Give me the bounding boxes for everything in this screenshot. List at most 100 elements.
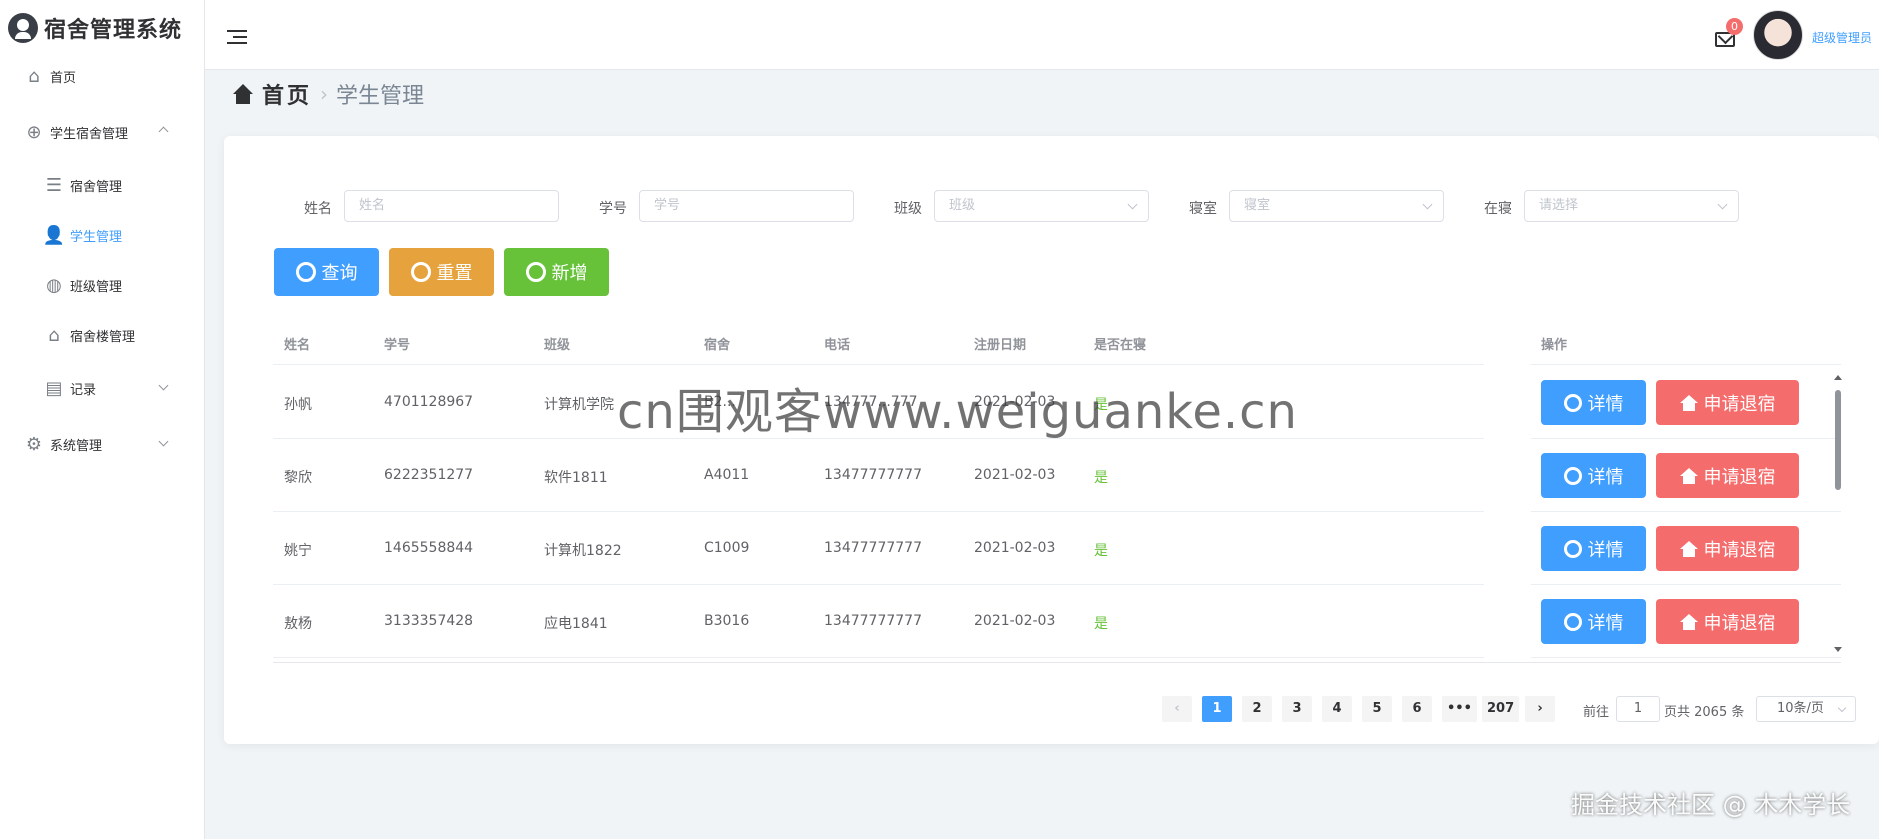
detail-button[interactable]: 详情 <box>1541 453 1646 498</box>
table-divider <box>273 657 1484 658</box>
search-icon <box>1563 612 1582 631</box>
chevron-up-icon <box>158 126 169 137</box>
sidebar-item-student-dorm[interactable]: ⊕ 学生宿舍管理 <box>24 121 189 143</box>
building-icon: ⌂ <box>48 324 60 346</box>
cell-id: 1465558844 <box>384 540 474 556</box>
cell-name: 黎欣 <box>284 470 312 486</box>
sidebar-item-label: 首页 <box>50 70 77 86</box>
in-dorm-select-placeholder: 请选择 <box>1539 198 1579 213</box>
query-button[interactable]: 查询 <box>274 248 379 296</box>
cell-phone: 13477777777 <box>824 613 922 629</box>
column-header-date: 注册日期 <box>974 338 1027 353</box>
table-divider <box>1531 438 1841 439</box>
sidebar-item-home[interactable]: ⌂ 首页 <box>24 65 77 87</box>
house-icon <box>1679 394 1698 411</box>
apply-leave-button[interactable]: 申请退宿 <box>1656 380 1799 425</box>
sidebar-item-class[interactable]: ◍ 班级管理 <box>44 275 123 296</box>
table-divider <box>1531 511 1841 512</box>
filter-label-room: 寝室 <box>1189 201 1217 217</box>
cell-name: 敖杨 <box>284 616 312 632</box>
column-header-class: 班级 <box>544 338 571 353</box>
table-divider <box>1531 584 1841 585</box>
avatar[interactable] <box>1753 10 1803 60</box>
pagination-page[interactable]: 4 <box>1322 696 1352 722</box>
sidebar-item-dorm[interactable]: ☰ 宿舍管理 <box>44 174 123 196</box>
search-icon <box>1563 393 1582 412</box>
name-input[interactable]: 姓名 <box>344 190 559 222</box>
chevron-down-icon <box>158 380 169 391</box>
student-id-input[interactable]: 学号 <box>639 190 854 222</box>
cell-id: 4701128967 <box>384 394 474 410</box>
cell-name: 孙帆 <box>284 397 312 413</box>
cell-date: 2021-02-03 <box>974 467 1056 483</box>
scroll-up-arrow-icon[interactable] <box>1834 375 1842 380</box>
pagination-goto-input[interactable]: 1 <box>1616 696 1660 722</box>
search-icon <box>1563 539 1582 558</box>
apply-leave-button-label: 申请退宿 <box>1703 466 1776 488</box>
in-dorm-select[interactable]: 请选择 <box>1524 190 1739 222</box>
page-size-select[interactable]: 10条/页 <box>1756 696 1856 722</box>
pagination-next-button[interactable]: › <box>1525 696 1555 722</box>
breadcrumb-home[interactable]: 首页 <box>262 78 312 110</box>
cell-in-dorm: 是 <box>1094 616 1108 632</box>
pagination-page[interactable]: 2 <box>1242 696 1272 722</box>
pagination-page[interactable]: 5 <box>1362 696 1392 722</box>
class-select[interactable]: 班级 <box>934 190 1149 222</box>
cell-dorm: A4011 <box>704 467 750 483</box>
footer-watermark: 掘金技术社区 @ 木木学长 <box>1571 791 1851 819</box>
gear-icon: ⚙ <box>25 433 43 455</box>
house-icon <box>1679 467 1698 484</box>
admin-name[interactable]: 超级管理员 <box>1812 29 1872 46</box>
sidebar: 宿舍管理系统 ⌂ 首页 ⊕ 学生宿舍管理 ☰ 宿舍管理 👤 学生管理 ◍ 班级管… <box>0 0 205 839</box>
detail-button-label: 详情 <box>1587 466 1624 488</box>
cell-id: 6222351277 <box>384 467 474 483</box>
table-scrollbar-thumb[interactable] <box>1835 390 1841 490</box>
detail-button[interactable]: 详情 <box>1541 380 1646 425</box>
cell-dorm: C1009 <box>704 540 750 556</box>
sidebar-item-label: 学生管理 <box>70 229 123 245</box>
reset-button[interactable]: 重置 <box>389 248 494 296</box>
breadcrumb: 首页 › 学生管理 <box>232 78 424 110</box>
pagination-page[interactable]: 207 <box>1482 696 1520 722</box>
home-icon: ⌂ <box>28 65 40 87</box>
logo-icon <box>8 13 38 43</box>
column-header-dorm: 宿舍 <box>704 338 731 353</box>
sidebar-item-records[interactable]: ▤ 记录 <box>44 378 189 399</box>
table-divider <box>1531 364 1841 365</box>
scroll-down-arrow-icon[interactable] <box>1834 647 1842 652</box>
filter-label-class: 班级 <box>894 201 922 217</box>
pagination-page[interactable]: 6 <box>1402 696 1432 722</box>
detail-button[interactable]: 详情 <box>1541 526 1646 571</box>
sidebar-item-student[interactable]: 👤 学生管理 <box>43 225 123 246</box>
sidebar-item-label: 班级管理 <box>70 279 123 295</box>
sidebar-item-label: 宿舍管理 <box>70 179 123 195</box>
reset-button-label: 重置 <box>436 263 473 284</box>
menu-toggle-icon[interactable] <box>227 30 247 46</box>
apply-leave-button-label: 申请退宿 <box>1703 539 1776 561</box>
room-select[interactable]: 寝室 <box>1229 190 1444 222</box>
sidebar-item-building[interactable]: ⌂ 宿舍楼管理 <box>44 324 135 346</box>
apply-leave-button-label: 申请退宿 <box>1703 393 1776 415</box>
house-icon <box>1679 613 1698 630</box>
cell-date: 2021-02-03 <box>974 540 1056 556</box>
cell-phone: 13477777777 <box>824 540 922 556</box>
pagination-prev-button[interactable]: ‹ <box>1162 696 1192 722</box>
detail-button[interactable]: 详情 <box>1541 599 1646 644</box>
apply-leave-button[interactable]: 申请退宿 <box>1656 599 1799 644</box>
brand-name: 宿舍管理系统 <box>44 18 183 43</box>
home-icon <box>232 84 254 104</box>
sidebar-item-system[interactable]: ⚙ 系统管理 <box>24 433 189 455</box>
apply-leave-button[interactable]: 申请退宿 <box>1656 453 1799 498</box>
column-header-in-dorm: 是否在寝 <box>1094 338 1147 353</box>
breadcrumb-current: 学生管理 <box>336 84 425 109</box>
table-divider <box>273 511 1484 512</box>
add-button[interactable]: 新增 <box>504 248 609 296</box>
refresh-icon <box>410 262 431 282</box>
group-icon: ⊕ <box>26 121 42 143</box>
pagination-page[interactable]: 1 <box>1202 696 1232 722</box>
detail-button-label: 详情 <box>1587 539 1624 561</box>
pagination-ellipsis[interactable]: ••• <box>1442 696 1477 722</box>
pagination-page[interactable]: 3 <box>1282 696 1312 722</box>
apply-leave-button[interactable]: 申请退宿 <box>1656 526 1799 571</box>
list-icon: ☰ <box>45 174 63 196</box>
